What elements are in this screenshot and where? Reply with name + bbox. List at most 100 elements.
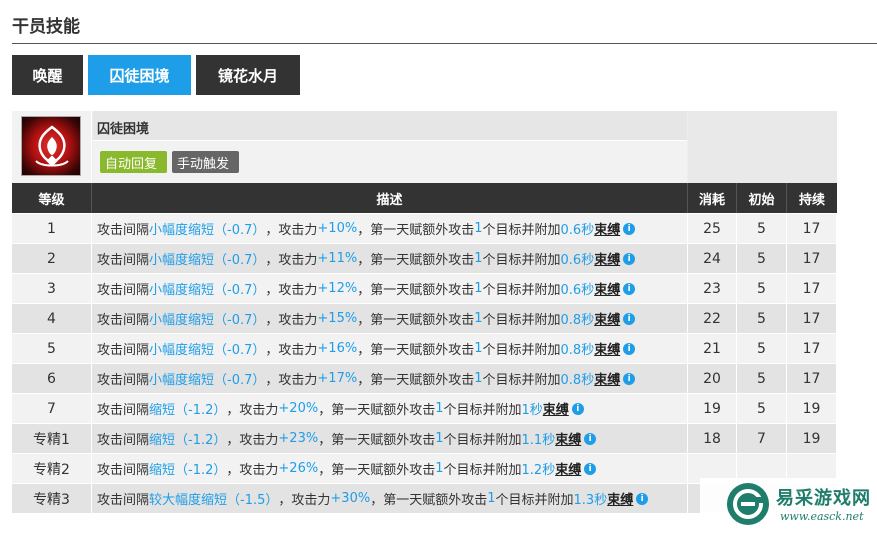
cell-desc: 攻击间隔 小幅度缩短（-0.7） ，攻击力 +12% ，第一天赋额外攻击 1 个目标并附加 0… — [92, 274, 688, 303]
desc-targets: 1 — [474, 311, 483, 326]
bind-effect-link[interactable]: 束缚 — [594, 339, 620, 358]
desc-text: 个目标并附加 — [443, 403, 522, 418]
skill-name-cell: 囚徒困境 — [93, 111, 687, 141]
bind-effect-link[interactable]: 束缚 — [607, 489, 633, 508]
bind-effect-link[interactable]: 束缚 — [555, 459, 581, 478]
desc-text: ，第一天赋额外攻击 — [318, 433, 436, 448]
desc-text: ，第一天赋额外攻击 — [318, 463, 436, 478]
bind-effect-link[interactable]: 束缚 — [555, 429, 581, 448]
bind-effect-link[interactable]: 束缚 — [594, 369, 620, 388]
bind-effect-link[interactable]: 束缚 — [543, 399, 569, 418]
tab-mirror-flower[interactable]: 镜花水月 — [196, 55, 300, 95]
desc-text: 个目标并附加 — [482, 313, 561, 328]
bind-effect-link[interactable]: 束缚 — [594, 279, 620, 298]
cell-dur: 17 — [787, 274, 837, 303]
desc-text: ，攻击力 — [265, 343, 318, 358]
cell-level: 7 — [12, 394, 92, 423]
desc-duration: 0.6秒 — [560, 253, 595, 268]
desc-interval: 小幅度缩短（-0.7） — [149, 313, 266, 328]
desc-text: 个目标并附加 — [443, 433, 522, 448]
desc-interval: 小幅度缩短（-0.7） — [149, 253, 266, 268]
cell-init: 5 — [737, 364, 787, 393]
desc-text: 攻击间隔 — [97, 463, 150, 478]
desc-targets: 1 — [435, 431, 444, 446]
desc-text: 攻击间隔 — [97, 253, 150, 268]
desc-text: ，第一天赋额外攻击 — [357, 253, 475, 268]
cell-cost: 18 — [688, 424, 737, 453]
desc-text: ，攻击力 — [226, 433, 279, 448]
bind-effect-link[interactable]: 束缚 — [594, 249, 620, 268]
skill-icon-cell — [12, 111, 92, 183]
desc-duration: 1.1秒 — [521, 433, 556, 448]
skill-tags: 自动回复 手动触发 — [93, 141, 687, 183]
desc-text: ，攻击力 — [265, 283, 318, 298]
info-icon[interactable]: i — [636, 492, 649, 505]
desc-text: ，第一天赋额外攻击 — [357, 373, 475, 388]
desc-text: 个目标并附加 — [495, 493, 574, 508]
info-icon[interactable]: i — [623, 282, 636, 295]
cell-cost: 25 — [688, 214, 737, 243]
info-icon[interactable]: i — [584, 432, 597, 445]
desc-duration: 0.6秒 — [560, 283, 595, 298]
tab-awaken[interactable]: 唤醒 — [12, 55, 83, 95]
desc-text: ，第一天赋额外攻击 — [370, 493, 488, 508]
info-icon[interactable]: i — [623, 222, 636, 235]
desc-text: ，第一天赋额外攻击 — [357, 343, 475, 358]
desc-text: ，攻击力 — [265, 253, 318, 268]
cell-dur: 17 — [787, 244, 837, 273]
cell-dur: 17 — [787, 214, 837, 243]
desc-targets: 1 — [474, 281, 483, 296]
watermark-url: www.easck.net — [780, 510, 864, 523]
desc-duration: 1秒 — [521, 403, 543, 418]
cell-level: 5 — [12, 334, 92, 363]
skill-name: 囚徒困境 — [97, 122, 150, 137]
desc-targets: 1 — [435, 401, 444, 416]
desc-atk: +15% — [317, 311, 358, 326]
tab-prisoners-dilemma[interactable]: 囚徒困境 — [88, 55, 191, 95]
desc-text: ，第一天赋额外攻击 — [357, 223, 475, 238]
cell-desc: 攻击间隔 小幅度缩短（-0.7） ，攻击力 +15% ，第一天赋额外攻击 1 个目标并附加 0… — [92, 304, 688, 333]
cell-init: 5 — [737, 394, 787, 423]
cell-init: 5 — [737, 274, 787, 303]
cell-desc: 攻击间隔 小幅度缩短（-0.7） ，攻击力 +11% ，第一天赋额外攻击 1 个目标并附加 0… — [92, 244, 688, 273]
table-row: 1 攻击间隔 小幅度缩短（-0.7） ，攻击力 +10% ，第一天赋额外攻击 1 个目标并附加… — [12, 213, 837, 243]
table-row: 6 攻击间隔 小幅度缩短（-0.7） ，攻击力 +17% ，第一天赋额外攻击 1 个目标并附加… — [12, 363, 837, 393]
cell-desc: 攻击间隔 缩短（-1.2） ，攻击力 +20% ，第一天赋额外攻击 1 个目标并附加 1秒 束缚… — [92, 394, 688, 423]
info-icon[interactable]: i — [571, 402, 584, 415]
watermark: 易采游戏网 www.easck.net — [700, 478, 877, 533]
desc-interval: 较大幅度缩短（-1.5） — [149, 493, 279, 508]
desc-duration: 0.8秒 — [560, 373, 595, 388]
desc-duration: 0.8秒 — [560, 343, 595, 358]
desc-text: 个目标并附加 — [482, 253, 561, 268]
desc-text: 攻击间隔 — [97, 223, 150, 238]
desc-text: 个目标并附加 — [482, 283, 561, 298]
cell-desc: 攻击间隔 小幅度缩短（-0.7） ，攻击力 +10% ，第一天赋额外攻击 1 个目标并附加 0… — [92, 214, 688, 243]
desc-targets: 1 — [487, 491, 496, 506]
info-icon[interactable]: i — [584, 462, 597, 475]
cell-cost: 24 — [688, 244, 737, 273]
table-row: 2 攻击间隔 小幅度缩短（-0.7） ，攻击力 +11% ，第一天赋额外攻击 1 个目标并附加… — [12, 243, 837, 273]
info-icon[interactable]: i — [623, 342, 636, 355]
desc-text: 个目标并附加 — [482, 373, 561, 388]
header-cost: 消耗 — [688, 183, 737, 213]
cell-level: 1 — [12, 214, 92, 243]
info-icon[interactable]: i — [623, 372, 636, 385]
desc-atk: +16% — [317, 341, 358, 356]
cell-init: 5 — [737, 214, 787, 243]
desc-duration: 0.6秒 — [560, 223, 595, 238]
info-icon[interactable]: i — [623, 252, 636, 265]
desc-interval: 小幅度缩短（-0.7） — [149, 223, 266, 238]
cell-desc: 攻击间隔 较大幅度缩短（-1.5） ，攻击力 +30% ，第一天赋额外攻击 1 个目标并附加… — [92, 484, 688, 513]
desc-text: 攻击间隔 — [97, 493, 150, 508]
desc-text: 个目标并附加 — [443, 463, 522, 478]
cell-desc: 攻击间隔 小幅度缩短（-0.7） ，攻击力 +16% ，第一天赋额外攻击 1 个目标并附加 0… — [92, 334, 688, 363]
desc-interval: 缩短（-1.2） — [149, 403, 227, 418]
desc-atk: +20% — [278, 401, 319, 416]
bind-effect-link[interactable]: 束缚 — [594, 309, 620, 328]
info-icon[interactable]: i — [623, 312, 636, 325]
table-row: 5 攻击间隔 小幅度缩短（-0.7） ，攻击力 +16% ，第一天赋额外攻击 1 个目标并附加… — [12, 333, 837, 363]
cell-desc: 攻击间隔 缩短（-1.2） ，攻击力 +23% ，第一天赋额外攻击 1 个目标并附加 1.1秒… — [92, 424, 688, 453]
skill-level-table: 等级 描述 消耗 初始 持续 1 攻击间隔 小幅度缩短（-0.7） ，攻击力 +10%，… — [12, 183, 837, 513]
bind-effect-link[interactable]: 束缚 — [594, 219, 620, 238]
header-level: 等级 — [12, 183, 92, 213]
